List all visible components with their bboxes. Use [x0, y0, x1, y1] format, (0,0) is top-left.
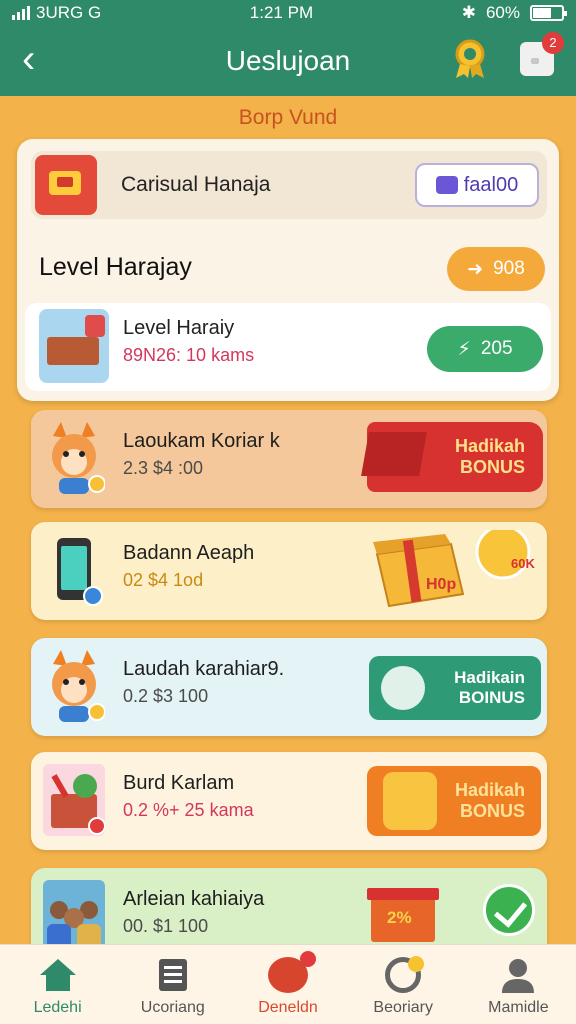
battery-icon	[530, 5, 567, 21]
section-badge[interactable]: ➜ 908	[447, 247, 545, 291]
item-detail: 00. $1 100	[123, 916, 209, 936]
list-item[interactable]: Burd Karlam 0.2 %+ 25 kama Hadikah BONUS	[31, 752, 547, 850]
bluetooth-icon: ✱	[461, 3, 476, 22]
trophy-icon[interactable]	[450, 38, 490, 80]
status-right: ✱ 60%	[461, 3, 567, 23]
status-bar: 3URG G 1:21 PM ✱ 60%	[0, 0, 576, 26]
lightning-icon: ⚡	[457, 338, 471, 360]
level-pill-label: 205	[480, 338, 513, 359]
box-label: H0p	[426, 576, 457, 593]
clock: 1:21 PM	[249, 3, 314, 22]
hero-row[interactable]: Carisual Hanaja faal00	[31, 151, 547, 219]
hero-pill-button[interactable]: faal00	[415, 163, 539, 207]
bonus-button[interactable]: Hadikah BONUS	[367, 766, 541, 836]
nav-label: Mamidle	[488, 999, 549, 1016]
gift-icon	[35, 155, 97, 215]
item-name: Arleian kahiaiya	[123, 888, 265, 910]
flag-icon	[361, 432, 427, 476]
list-icon	[158, 959, 187, 991]
level-name: Level Haraiy	[123, 317, 235, 339]
carrier-label: 3URG G	[36, 3, 102, 22]
section-title: Level Harajay	[39, 253, 192, 281]
bonus-line1: Hadikah	[454, 436, 525, 456]
item-name: Burd Karlam	[123, 772, 235, 794]
nav-label: Beoriary	[373, 999, 433, 1016]
shopping-bag-icon[interactable]: 2	[520, 32, 564, 76]
item-detail: 0.2 %+ 25 kama	[123, 800, 254, 820]
bonus-button[interactable]: Hadikah BONUS	[361, 422, 543, 492]
gear-icon	[381, 666, 425, 710]
item-name: Badann Aeaph	[123, 542, 255, 564]
bonus-line2: BOINUS	[458, 688, 525, 707]
signal-icon	[12, 6, 30, 20]
phone-icon	[57, 538, 103, 606]
level-detail: 89N26: 10 kams	[123, 345, 255, 365]
notification-badge: 2	[542, 32, 564, 54]
hero-title: Carisual Hanaja	[121, 173, 271, 196]
level-row[interactable]: Level Haraiy 89N26: 10 kams ⚡ 205	[25, 303, 551, 391]
home-icon	[39, 959, 76, 991]
status-left: 3URG G	[12, 3, 101, 23]
nav-home[interactable]: Ledehi	[0, 945, 115, 1024]
compass-icon	[385, 956, 425, 993]
item-detail: 02 $4 1od	[123, 570, 204, 590]
item-name: Laoukam Koriar k	[123, 430, 280, 452]
nav-discover[interactable]: Beoriary	[346, 945, 461, 1024]
bonus-button[interactable]: Hadikain BOINUS	[369, 656, 541, 720]
list-item[interactable]: Laudah karahiar9. 0.2 $3 100 Hadikain BO…	[31, 638, 547, 736]
level-pill-button[interactable]: ⚡ 205	[427, 326, 543, 372]
reward-icon	[268, 951, 316, 993]
crate-icon	[39, 309, 109, 383]
list-item[interactable]: Laoukam Koriar k 2.3 $4 :00 Hadikah BONU…	[31, 410, 547, 508]
list-item[interactable]: Badann Aeaph 02 $4 1od 60K H0p	[31, 522, 547, 620]
group-avatar-icon	[43, 880, 105, 952]
section-badge-label: 908	[493, 258, 525, 279]
app-bar: ‹ Ueslujoan 2	[0, 26, 576, 96]
bonus-line1: Hadikain	[454, 668, 525, 687]
nav-label: Ledehi	[33, 999, 82, 1016]
item-name: Laudah karahiar9.	[123, 658, 285, 680]
hand-icon: ➜	[467, 258, 484, 280]
profile-icon	[502, 959, 535, 993]
box-label: 2%	[387, 908, 412, 927]
bonus-line2: BONUS	[459, 457, 525, 477]
featured-panel: Carisual Hanaja faal00 Level Harajay ➜ 9…	[17, 139, 559, 401]
fox-icon	[52, 422, 105, 494]
page-banner: Borp Vund	[238, 106, 338, 129]
notification-dot	[408, 956, 425, 972]
nav-label: Ucoriang	[140, 999, 205, 1016]
fox-icon	[52, 650, 105, 722]
bottom-nav: Ledehi Ucoriang Deneldn Beoriary Mamidle	[0, 944, 576, 1024]
gift-box-button[interactable]	[371, 530, 543, 612]
toolbox-icon	[43, 764, 105, 836]
notification-dot	[300, 951, 316, 967]
nav-reward[interactable]: Deneldn	[230, 945, 345, 1024]
battery-percent: 60%	[485, 3, 520, 22]
item-detail: 0.2 $3 100	[123, 686, 209, 706]
bonus-line2: BONUS	[459, 801, 525, 821]
nav-label: Deneldn	[258, 999, 318, 1016]
chest-icon	[435, 176, 458, 194]
burst-label: 60K	[511, 556, 535, 571]
medal-icon	[383, 772, 437, 830]
check-button[interactable]	[483, 884, 535, 936]
item-detail: 2.3 $4 :00	[123, 458, 204, 478]
nav-profile[interactable]: Mamidle	[461, 945, 576, 1024]
nav-list[interactable]: Ucoriang	[115, 945, 230, 1024]
bonus-line1: Hadikah	[454, 780, 525, 800]
hero-pill-label: faal00	[463, 173, 519, 196]
